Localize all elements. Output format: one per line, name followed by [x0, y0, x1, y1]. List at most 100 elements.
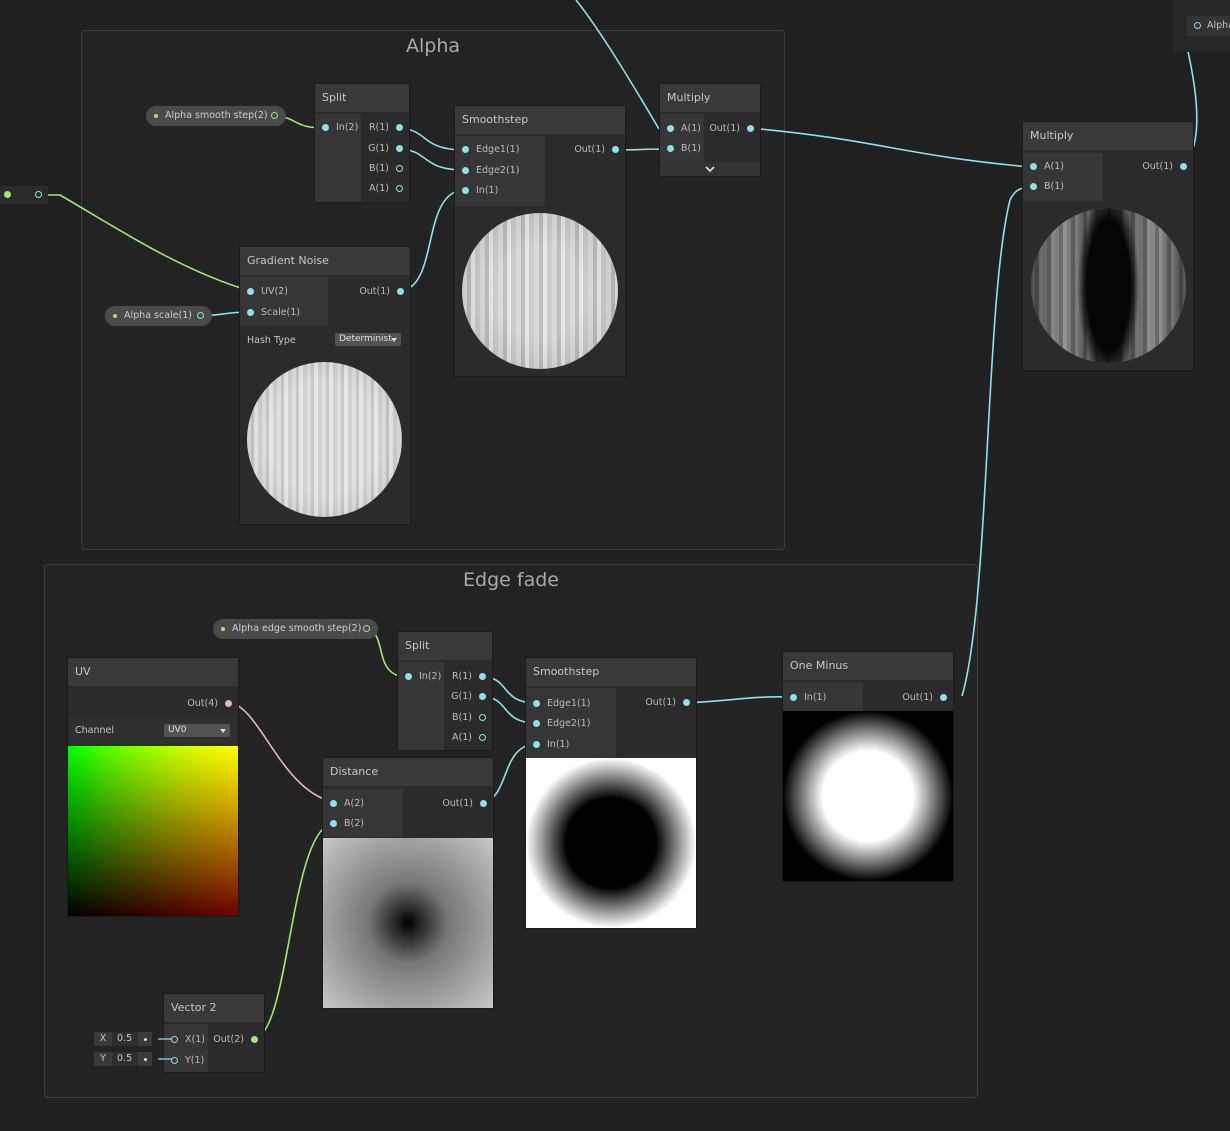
- input-port-b[interactable]: B(1): [1030, 179, 1090, 195]
- property-alpha-smooth-step[interactable]: Alpha smooth step(2): [146, 106, 286, 126]
- output-port[interactable]: Out(1): [344, 284, 404, 300]
- node-title[interactable]: Vector 2: [164, 994, 264, 1022]
- node-title[interactable]: Gradient Noise: [240, 247, 410, 275]
- output-port[interactable]: Out(1): [887, 690, 947, 706]
- input-port-uv[interactable]: UV(2): [247, 284, 327, 300]
- node-smoothstep-alpha[interactable]: Smoothstep Edge1(1) Edge2(1) In(1) Out(1…: [455, 106, 625, 376]
- port-pin[interactable]: [1180, 163, 1187, 170]
- port-pin[interactable]: [683, 699, 690, 706]
- port-pin[interactable]: [462, 167, 469, 174]
- node-title[interactable]: Split: [398, 632, 492, 660]
- input-port-edge1[interactable]: Edge1(1): [462, 142, 542, 158]
- port-pin[interactable]: [396, 145, 403, 152]
- output-port-r[interactable]: R(1): [446, 669, 486, 685]
- port-pin[interactable]: [225, 700, 232, 707]
- port-pin[interactable]: [396, 165, 403, 172]
- port-pin[interactable]: [479, 693, 486, 700]
- output-port-r[interactable]: R(1): [363, 120, 403, 136]
- x-value-field[interactable]: X 0.5: [94, 1032, 158, 1046]
- port-pin[interactable]: [330, 820, 337, 827]
- input-port-a[interactable]: A(1): [1030, 159, 1090, 175]
- input-port-edge2[interactable]: Edge2(1): [462, 163, 542, 179]
- output-port-b[interactable]: B(1): [446, 710, 486, 726]
- output-port-a[interactable]: A(1): [446, 730, 486, 746]
- output-port-b[interactable]: B(1): [363, 161, 403, 177]
- input-port[interactable]: In(2): [322, 120, 362, 136]
- node-title[interactable]: One Minus: [783, 652, 953, 680]
- node-distance[interactable]: Distance A(2) B(2) Out(1): [323, 758, 493, 1008]
- input-port-pin[interactable]: [1194, 22, 1201, 29]
- input-port-b[interactable]: B(1): [667, 141, 705, 157]
- x-field-input[interactable]: 0.5: [112, 1032, 138, 1046]
- port-pin[interactable]: [330, 800, 337, 807]
- node-one-minus[interactable]: One Minus In(1) Out(1): [783, 652, 953, 881]
- port-pin[interactable]: [322, 124, 329, 131]
- input-port-a[interactable]: A(2): [330, 796, 390, 812]
- output-port-g[interactable]: G(1): [446, 689, 486, 705]
- output-port[interactable]: Out(2): [208, 1032, 258, 1048]
- port-pin[interactable]: [480, 800, 487, 807]
- input-port-edge2[interactable]: Edge2(1): [533, 716, 613, 732]
- port-pin[interactable]: [790, 694, 797, 701]
- master-stack-stub[interactable]: Alpha: [1173, 0, 1230, 52]
- port-pin[interactable]: [667, 125, 674, 132]
- port-pin[interactable]: [667, 145, 674, 152]
- port-pin[interactable]: [533, 700, 540, 707]
- node-title[interactable]: Multiply: [660, 84, 760, 112]
- output-port[interactable]: Out(1): [630, 695, 690, 711]
- port-pin[interactable]: [1030, 183, 1037, 190]
- y-value-field[interactable]: Y 0.5: [94, 1052, 158, 1066]
- port-pin[interactable]: [247, 309, 254, 316]
- port-pin[interactable]: [1030, 163, 1037, 170]
- truncated-node[interactable]: [0, 186, 48, 204]
- property-alpha-edge-smooth-step[interactable]: Alpha edge smooth step(2): [213, 619, 378, 639]
- property-output-pin[interactable]: [363, 625, 370, 632]
- channel-dropdown[interactable]: UV0: [164, 724, 230, 737]
- node-multiply-small[interactable]: Multiply A(1) B(1) Out(1): [660, 84, 760, 176]
- port-pin[interactable]: [462, 187, 469, 194]
- port-pin[interactable]: [479, 673, 486, 680]
- port-pin[interactable]: [612, 146, 619, 153]
- output-port-a[interactable]: A(1): [363, 181, 403, 197]
- port-pin[interactable]: [462, 146, 469, 153]
- input-port-edge1[interactable]: Edge1(1): [533, 696, 613, 712]
- port-pin[interactable]: [747, 125, 754, 132]
- input-port-scale[interactable]: Scale(1): [247, 305, 327, 321]
- hash-type-dropdown[interactable]: Determinist: [335, 333, 401, 346]
- port-pin[interactable]: [396, 124, 403, 131]
- port-pin[interactable]: [396, 185, 403, 192]
- input-port-b[interactable]: B(2): [330, 816, 390, 832]
- node-title[interactable]: Smoothstep: [455, 106, 625, 134]
- node-split-alpha[interactable]: Split In(2) R(1) G(1) B(1) A(1): [315, 84, 409, 202]
- input-port-in[interactable]: In(1): [462, 183, 542, 199]
- output-port-g[interactable]: G(1): [363, 141, 403, 157]
- node-title[interactable]: Split: [315, 84, 409, 112]
- input-port-a[interactable]: A(1): [667, 121, 705, 137]
- port-pin[interactable]: [247, 288, 254, 295]
- output-port[interactable]: Out(1): [427, 796, 487, 812]
- output-port-pin[interactable]: [35, 191, 42, 198]
- property-output-pin[interactable]: [271, 112, 278, 119]
- property-alpha-scale[interactable]: Alpha scale(1): [105, 306, 212, 326]
- port-pin[interactable]: [533, 720, 540, 727]
- port-pin[interactable]: [479, 734, 486, 741]
- chevron-down-icon[interactable]: [660, 162, 760, 176]
- port-pin[interactable]: [397, 288, 404, 295]
- port-pin[interactable]: [405, 673, 412, 680]
- output-port[interactable]: Out(1): [559, 142, 619, 158]
- output-port[interactable]: Out(1): [1127, 159, 1187, 175]
- port-pin[interactable]: [533, 741, 540, 748]
- node-uv[interactable]: UV Out(4) Channel UV0: [68, 658, 238, 916]
- node-title[interactable]: Distance: [323, 758, 493, 786]
- output-port[interactable]: Out(4): [172, 696, 232, 712]
- port-pin[interactable]: [940, 694, 947, 701]
- y-field-input[interactable]: 0.5: [112, 1052, 138, 1066]
- node-split-edge[interactable]: Split In(2) R(1) G(1) B(1) A(1): [398, 632, 492, 750]
- port-pin[interactable]: [251, 1036, 258, 1043]
- input-port-in[interactable]: In(1): [533, 737, 613, 753]
- node-gradient-noise[interactable]: Gradient Noise UV(2) Scale(1) Out(1) Has…: [240, 247, 410, 524]
- node-smoothstep-edge[interactable]: Smoothstep Edge1(1) Edge2(1) In(1) Out(1…: [526, 658, 696, 928]
- output-port-pin[interactable]: [4, 191, 11, 198]
- node-multiply-main[interactable]: Multiply A(1) B(1) Out(1): [1023, 122, 1193, 370]
- port-pin[interactable]: [479, 714, 486, 721]
